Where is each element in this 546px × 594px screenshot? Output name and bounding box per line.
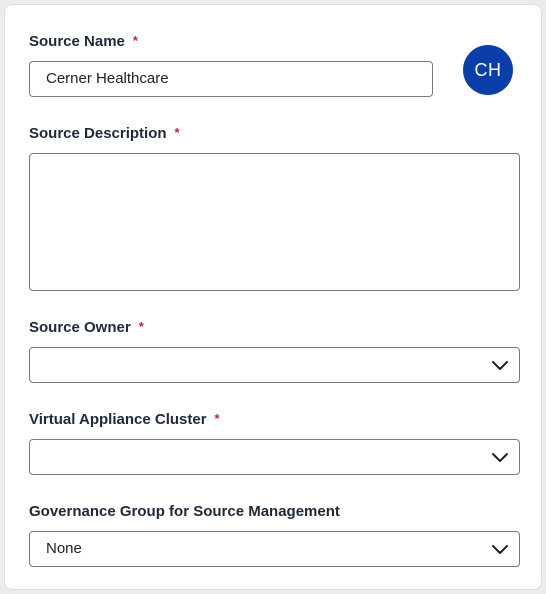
virtual-appliance-cluster-select[interactable] bbox=[29, 439, 520, 475]
source-owner-label-text: Source Owner bbox=[29, 319, 131, 336]
required-mark: * bbox=[214, 411, 220, 426]
required-mark: * bbox=[138, 319, 144, 334]
chevron-down-icon bbox=[492, 361, 508, 370]
source-name-label: Source Name * bbox=[29, 33, 138, 51]
avatar: CH bbox=[463, 45, 513, 95]
source-owner-label: Source Owner * bbox=[29, 319, 144, 337]
source-name-value: Cerner Healthcare bbox=[46, 70, 169, 87]
chevron-down-icon bbox=[492, 453, 508, 462]
governance-group-label: Governance Group for Source Management bbox=[29, 503, 340, 521]
source-owner-select[interactable] bbox=[29, 347, 520, 383]
source-name-input[interactable]: Cerner Healthcare bbox=[29, 61, 433, 97]
source-description-label: Source Description * bbox=[29, 125, 180, 143]
source-form-card: Source Name * Cerner Healthcare CH Source… bbox=[4, 4, 542, 590]
governance-group-select[interactable]: None bbox=[29, 531, 520, 567]
source-name-label-text: Source Name bbox=[29, 33, 125, 50]
governance-group-value: None bbox=[46, 540, 82, 557]
virtual-appliance-cluster-label: Virtual Appliance Cluster * bbox=[29, 411, 220, 429]
chevron-down-icon bbox=[492, 545, 508, 554]
governance-group-label-text: Governance Group for Source Management bbox=[29, 503, 340, 520]
source-description-label-text: Source Description bbox=[29, 125, 167, 142]
required-mark: * bbox=[132, 33, 138, 48]
source-description-textarea[interactable] bbox=[29, 153, 520, 291]
required-mark: * bbox=[174, 125, 180, 140]
virtual-appliance-cluster-label-text: Virtual Appliance Cluster bbox=[29, 411, 207, 428]
